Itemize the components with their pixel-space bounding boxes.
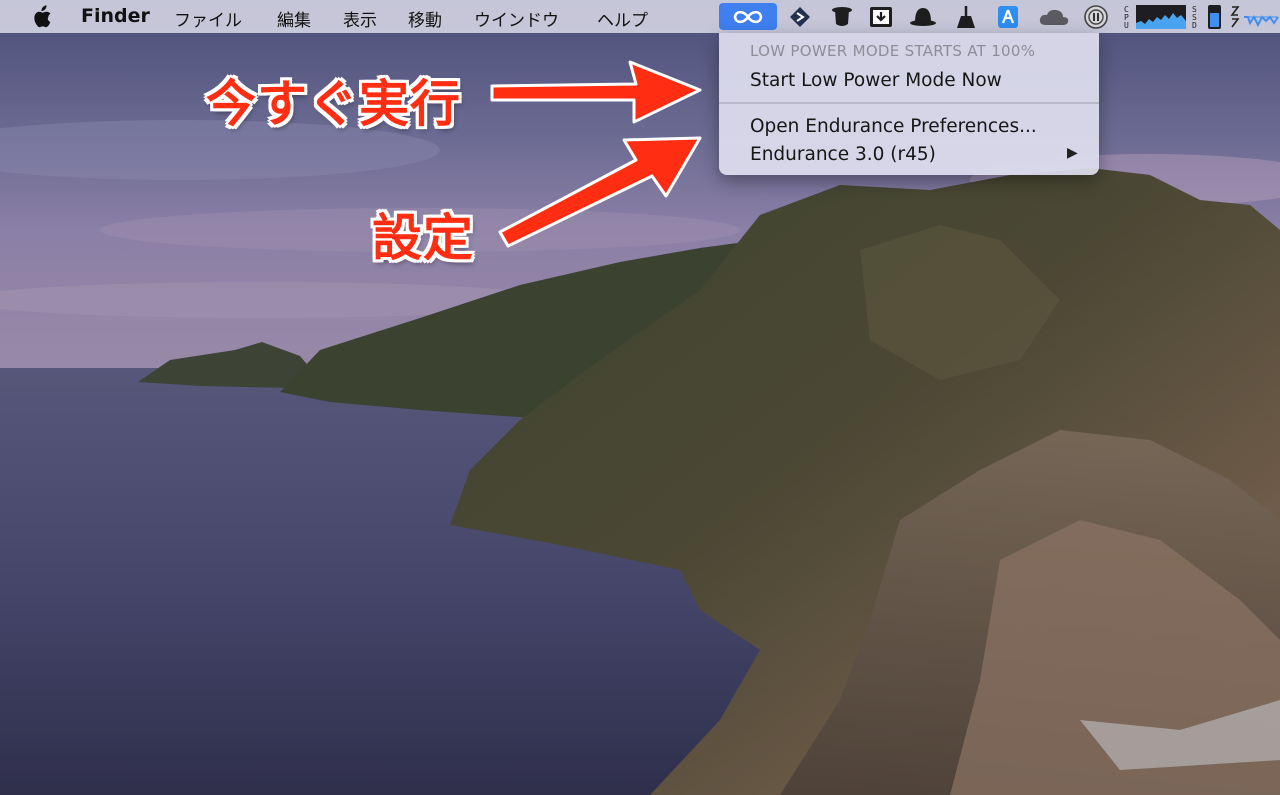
desktop: Finder ファイル 編集 表示 移動 ウインドウ ヘルプ C P U S S… bbox=[0, 0, 1280, 795]
annotation-settings: 設定 bbox=[372, 209, 474, 267]
arrow-to-preferences bbox=[498, 136, 702, 248]
annotation-arrows bbox=[490, 60, 702, 248]
annotation-run-now: 今すぐ実行 bbox=[206, 75, 461, 133]
arrow-to-start-now bbox=[490, 60, 702, 124]
